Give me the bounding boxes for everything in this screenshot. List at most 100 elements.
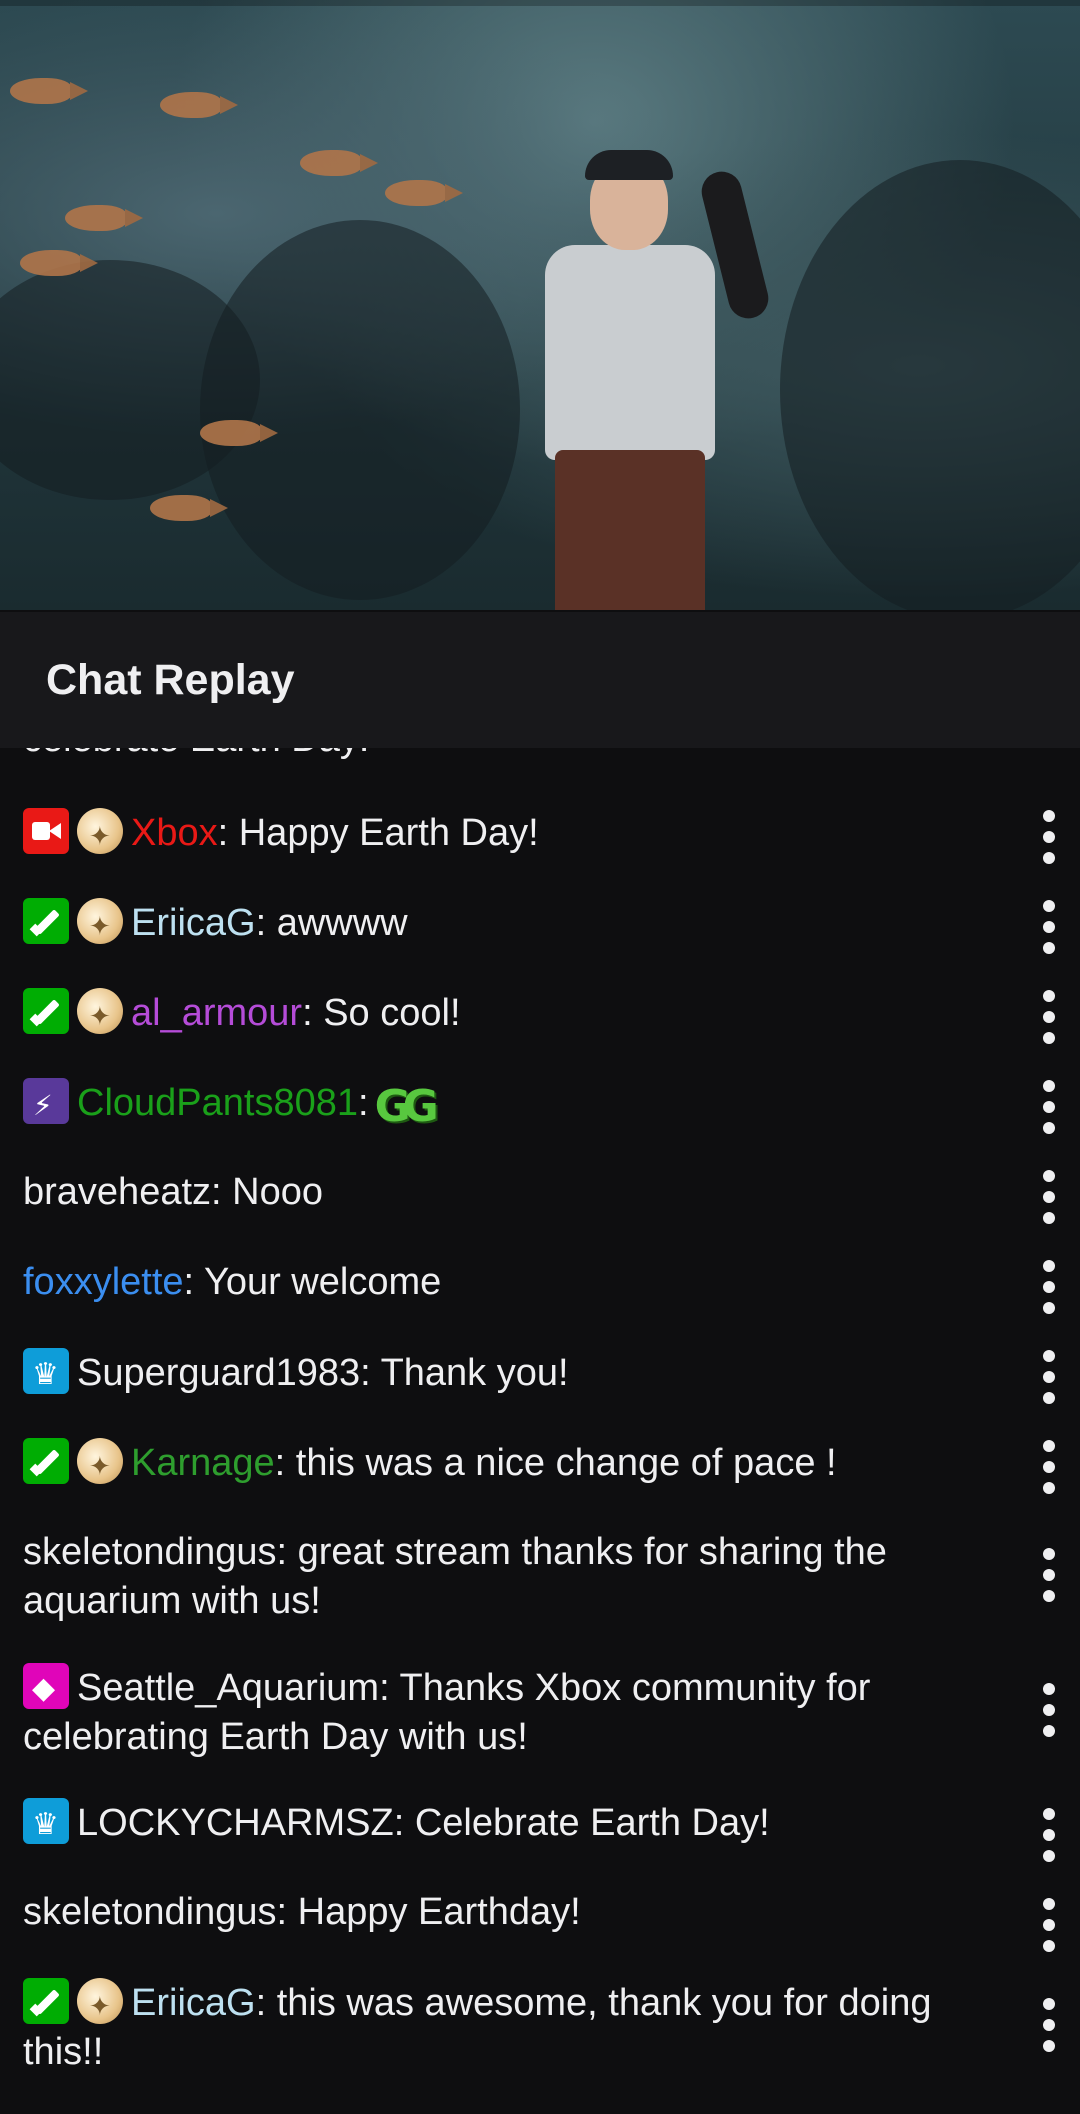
more-options-icon[interactable] <box>1041 1260 1057 1314</box>
kebab-dot <box>1043 1011 1055 1023</box>
chat-message[interactable]: Superguard1983: Thank you! <box>23 1348 1013 1399</box>
chat-username[interactable]: EriicaG <box>131 1982 256 2024</box>
kebab-dot <box>1043 1548 1055 1560</box>
chat-username[interactable]: Xbox <box>131 812 218 854</box>
chat-username[interactable]: al_armour <box>131 992 302 1034</box>
fish <box>160 92 238 118</box>
coin-badge-icon[interactable] <box>77 1438 123 1492</box>
chat-username[interactable]: braveheatz <box>23 1171 211 1213</box>
broadcaster-badge-icon[interactable] <box>23 808 69 854</box>
more-options-icon[interactable] <box>1041 1808 1057 1862</box>
kebab-dot <box>1043 1725 1055 1737</box>
chat-message-text: : Nooo <box>211 1171 323 1213</box>
chat-message-text: : So cool! <box>302 992 461 1034</box>
chat-username[interactable]: EriicaG <box>131 902 256 944</box>
kebab-dot <box>1043 1281 1055 1293</box>
moderator-sword-icon[interactable] <box>23 988 69 1034</box>
moderator-sword-icon[interactable] <box>23 898 69 944</box>
fish <box>200 420 278 446</box>
chat-message[interactable]: EriicaG: awwww <box>23 898 1013 952</box>
chat-message-text: : Thank you! <box>360 1352 569 1394</box>
prime-crown-icon[interactable] <box>23 1348 69 1399</box>
chat-message[interactable]: foxxylette: Your welcome <box>23 1258 1013 1307</box>
chat-message-text: : Your welcome <box>183 1261 442 1303</box>
more-options-icon[interactable] <box>1041 1898 1057 1952</box>
kebab-dot <box>1043 1590 1055 1602</box>
kebab-dot <box>1043 1260 1055 1272</box>
chat-message[interactable]: skeletondingus: great stream thanks for … <box>23 1528 1013 1626</box>
coin-badge-icon[interactable] <box>77 988 123 1042</box>
chat-username[interactable]: skeletondingus <box>23 1891 277 1933</box>
rock-formation <box>780 160 1080 610</box>
kebab-dot <box>1043 1850 1055 1862</box>
kebab-dot <box>1043 1191 1055 1203</box>
fish <box>150 495 228 521</box>
chat-message[interactable]: EriicaG: this was awesome, thank you for… <box>23 1978 1013 2077</box>
video-player[interactable] <box>0 0 1080 610</box>
more-options-icon[interactable] <box>1041 810 1057 864</box>
chat-message[interactable]: LOCKYCHARMSZ: Celebrate Earth Day! <box>23 1798 1013 1849</box>
moderator-sword-icon[interactable] <box>23 1978 69 2024</box>
chat-username[interactable]: Seattle_Aquarium <box>77 1667 379 1709</box>
chat-replay-title: Chat Replay <box>46 655 295 704</box>
gg-emote[interactable]: GG <box>375 1082 439 1131</box>
kebab-dot <box>1043 1032 1055 1044</box>
kebab-dot <box>1043 1683 1055 1695</box>
chat-message[interactable]: skeletondingus: Happy Earthday! <box>23 1888 1013 1937</box>
kebab-dot <box>1043 1569 1055 1581</box>
kebab-dot <box>1043 1461 1055 1473</box>
kebab-dot <box>1043 1170 1055 1182</box>
chat-message-text: : <box>358 1082 369 1124</box>
kebab-dot <box>1043 1302 1055 1314</box>
chat-message[interactable]: al_armour: So cool! <box>23 988 1013 1042</box>
kebab-dot <box>1043 1808 1055 1820</box>
player-top-edge <box>0 0 1080 6</box>
kebab-dot <box>1043 990 1055 1002</box>
coin-badge-icon[interactable] <box>77 808 123 862</box>
chat-username[interactable]: skeletondingus <box>23 1531 277 1573</box>
more-options-icon[interactable] <box>1041 1350 1057 1404</box>
chat-message-text: : Happy Earth Day! <box>217 812 539 854</box>
partner-gem-icon[interactable] <box>23 1663 69 1713</box>
chat-username[interactable]: foxxylette <box>23 1261 184 1303</box>
moderator-sword-icon[interactable] <box>23 1438 69 1484</box>
more-options-icon[interactable] <box>1041 1998 1057 2052</box>
chat-message[interactable]: CloudPants8081:GG <box>23 1078 1013 1131</box>
kebab-dot <box>1043 1392 1055 1404</box>
kebab-dot <box>1043 1212 1055 1224</box>
prime-crown-icon[interactable] <box>23 1798 69 1849</box>
chat-message[interactable]: Seattle_Aquarium: Thanks Xbox community … <box>23 1663 1013 1762</box>
coin-badge-icon[interactable] <box>77 898 123 952</box>
more-options-icon[interactable] <box>1041 990 1057 1044</box>
turbo-badge-icon[interactable] <box>23 1078 69 1130</box>
chat-message-text: : Happy Earthday! <box>276 1891 581 1933</box>
chat-message-text: : awwww <box>255 902 408 944</box>
more-options-icon[interactable] <box>1041 1080 1057 1134</box>
kebab-dot <box>1043 831 1055 843</box>
kebab-dot <box>1043 1371 1055 1383</box>
chat-username[interactable]: CloudPants8081 <box>77 1082 358 1124</box>
kebab-dot <box>1043 810 1055 822</box>
more-options-icon[interactable] <box>1041 1170 1057 1224</box>
fish <box>20 250 98 276</box>
chat-message-text: : Celebrate Earth Day! <box>393 1802 770 1844</box>
kebab-dot <box>1043 1122 1055 1134</box>
chat-username[interactable]: Superguard1983 <box>77 1352 360 1394</box>
kebab-dot <box>1043 1940 1055 1952</box>
more-options-icon[interactable] <box>1041 900 1057 954</box>
kebab-dot <box>1043 2019 1055 2031</box>
kebab-dot <box>1043 1482 1055 1494</box>
chat-message[interactable]: Xbox: Happy Earth Day! <box>23 808 1013 862</box>
fish <box>300 150 378 176</box>
more-options-icon[interactable] <box>1041 1683 1057 1737</box>
kebab-dot <box>1043 2040 1055 2052</box>
chat-message[interactable]: braveheatz: Nooo <box>23 1168 1013 1217</box>
more-options-icon[interactable] <box>1041 1548 1057 1602</box>
more-options-icon[interactable] <box>1041 1440 1057 1494</box>
chat-username[interactable]: LOCKYCHARMSZ <box>77 1802 394 1844</box>
chat-username[interactable]: Karnage <box>131 1442 275 1484</box>
chat-message-text: : this was a nice change of pace ! <box>274 1442 837 1484</box>
chat-message-list[interactable]: celebrate Earth Day! Xbox: Happy Earth D… <box>0 748 1080 2114</box>
chat-message[interactable]: Karnage: this was a nice change of pace … <box>23 1438 1013 1492</box>
coin-badge-icon[interactable] <box>77 1978 123 2032</box>
